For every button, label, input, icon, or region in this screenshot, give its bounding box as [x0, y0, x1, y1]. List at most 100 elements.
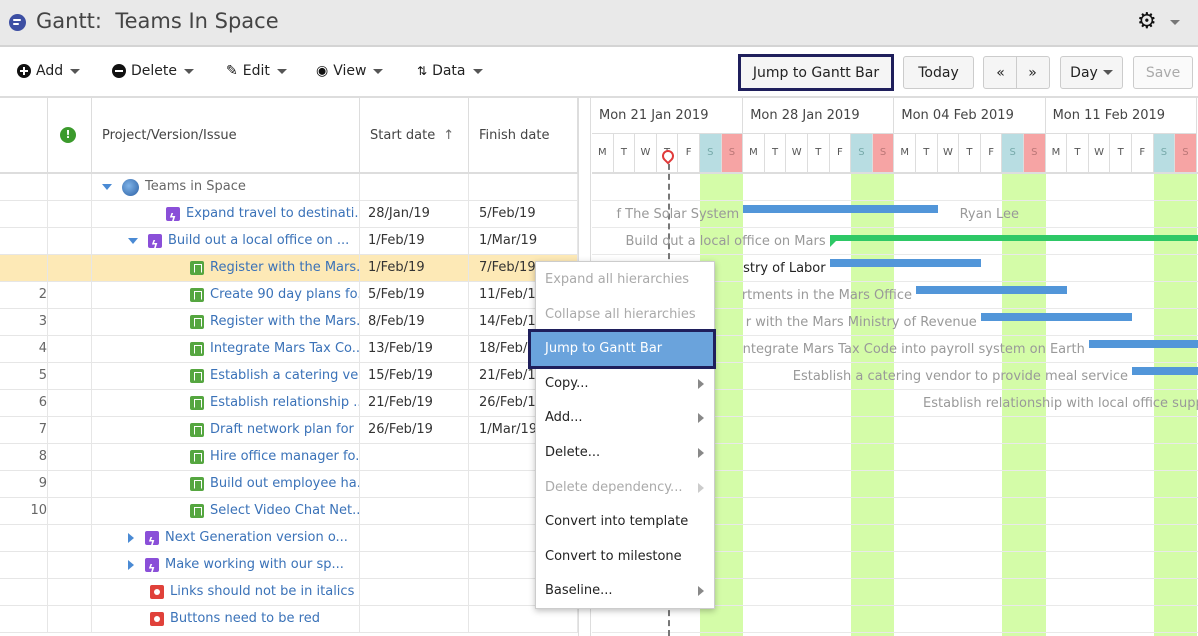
start-date-label: Start date — [370, 127, 436, 143]
issue-link[interactable]: Establish relationship ... — [210, 390, 359, 416]
table-row[interactable]: 4 Integrate Mars Tax Co... 13/Feb/19 18/… — [0, 336, 578, 363]
row-name-cell: Make working with our sp... — [92, 552, 360, 579]
table-row[interactable]: Teams in Space — [0, 174, 578, 201]
gantt-task-bar[interactable] — [1088, 340, 1198, 348]
row-number — [0, 201, 48, 228]
expand-toggle-icon[interactable] — [128, 238, 138, 244]
table-row[interactable]: Buttons need to be red — [0, 606, 578, 633]
row-start-date[interactable]: 8/Feb/19 — [360, 309, 469, 336]
gantt-task-bar[interactable] — [829, 259, 981, 267]
issue-link[interactable]: Register with the Mars... — [210, 255, 359, 281]
menu-item-baseline[interactable]: Baseline... — [536, 574, 714, 608]
row-start-date[interactable]: 28/Jan/19 — [360, 201, 469, 228]
issue-link[interactable]: Register with the Mars... — [210, 309, 359, 335]
table-row[interactable]: 6 Establish relationship ... 21/Feb/19 2… — [0, 390, 578, 417]
table-row[interactable]: Make working with our sp... — [0, 552, 578, 579]
row-finish-date[interactable] — [469, 606, 578, 633]
column-header-flag[interactable]: ! — [48, 98, 92, 172]
row-finish-date[interactable] — [469, 174, 578, 201]
table-row[interactable]: Links should not be in italics — [0, 579, 578, 606]
column-header-name[interactable]: Project/Version/Issue — [92, 98, 360, 172]
row-start-date[interactable]: 26/Feb/19 — [360, 417, 469, 444]
table-row[interactable]: 9 Build out employee ha... — [0, 471, 578, 498]
row-name-cell: Build out employee ha... — [92, 471, 360, 498]
add-menu-button[interactable]: Add — [17, 63, 81, 79]
row-start-date[interactable]: 1/Feb/19 — [360, 228, 469, 255]
row-start-date[interactable] — [360, 498, 469, 525]
scale-select[interactable]: Day — [1060, 56, 1123, 89]
row-start-date[interactable]: 13/Feb/19 — [360, 336, 469, 363]
eye-icon: ◉ — [316, 63, 329, 79]
story-icon — [190, 315, 204, 329]
row-start-date[interactable]: 21/Feb/19 — [360, 390, 469, 417]
table-row[interactable]: 7 Draft network plan for ... 26/Feb/19 1… — [0, 417, 578, 444]
menu-item-label: Jump to Gantt Bar — [545, 341, 663, 357]
row-finish-date[interactable]: 1/Mar/19 — [469, 228, 578, 255]
delete-menu-button[interactable]: Delete — [112, 63, 194, 79]
issue-link[interactable]: Draft network plan for ... — [210, 417, 359, 443]
today-button[interactable]: Today — [903, 56, 974, 89]
table-row[interactable]: Build out a local office on ... 1/Feb/19… — [0, 228, 578, 255]
row-start-date[interactable]: 1/Feb/19 — [360, 255, 469, 282]
edit-menu-button[interactable]: ✎ Edit — [226, 63, 287, 79]
collapse-toggle-icon[interactable] — [128, 560, 134, 570]
row-start-date[interactable]: 5/Feb/19 — [360, 282, 469, 309]
row-finish-date[interactable]: 5/Feb/19 — [469, 201, 578, 228]
menu-item-copy[interactable]: Copy... — [536, 367, 714, 401]
issue-link[interactable]: Integrate Mars Tax Co... — [210, 336, 359, 362]
issue-link[interactable]: Build out a local office on ... — [168, 228, 349, 254]
issue-link[interactable]: Teams in Space — [145, 174, 246, 200]
gantt-task-bar[interactable] — [916, 286, 1068, 294]
save-button[interactable]: Save — [1133, 56, 1193, 89]
menu-item-jump-to-gantt-bar[interactable]: Jump to Gantt Bar — [528, 329, 716, 370]
table-row[interactable]: Next Generation version o... — [0, 525, 578, 552]
gear-icon[interactable]: ⚙ — [1137, 9, 1157, 35]
gantt-task-bar[interactable] — [980, 313, 1132, 321]
view-menu-button[interactable]: ◉ View — [316, 63, 384, 79]
scroll-back-button[interactable]: « — [985, 65, 1016, 81]
row-start-date[interactable] — [360, 444, 469, 471]
issue-link[interactable]: Create 90 day plans fo... — [210, 282, 359, 308]
issue-link[interactable]: Build out employee ha... — [210, 471, 359, 497]
issue-link[interactable]: Hire office manager fo... — [210, 444, 359, 470]
day-header: F — [830, 134, 852, 172]
menu-item-convert-into-template[interactable]: Convert into template — [536, 505, 714, 539]
issue-link[interactable]: Establish a catering ve... — [210, 363, 359, 389]
issue-link[interactable]: Next Generation version o... — [165, 525, 348, 551]
table-row[interactable]: Expand travel to destinati... 28/Jan/19 … — [0, 201, 578, 228]
gantt-task-bar[interactable] — [743, 205, 938, 213]
column-header-number[interactable] — [0, 98, 48, 172]
issue-link[interactable]: Select Video Chat Net... — [210, 498, 359, 524]
row-start-date[interactable] — [360, 174, 469, 201]
row-start-date[interactable] — [360, 606, 469, 633]
menu-item-add[interactable]: Add... — [536, 401, 714, 435]
data-menu-button[interactable]: ⇅ Data — [417, 63, 483, 79]
jump-to-gantt-bar-button[interactable]: Jump to Gantt Bar — [738, 54, 894, 91]
week-header: Mon 28 Jan 2019 — [743, 98, 895, 134]
column-header-finish-date[interactable]: Finish date — [469, 98, 578, 172]
row-start-date[interactable] — [360, 471, 469, 498]
chevron-down-icon[interactable] — [1170, 20, 1180, 25]
table-row[interactable]: 3 Register with the Mars... 8/Feb/19 14/… — [0, 309, 578, 336]
row-start-date[interactable]: 15/Feb/19 — [360, 363, 469, 390]
column-header-start-date[interactable]: Start date ↑ — [360, 98, 469, 172]
table-row[interactable]: 2 Create 90 day plans fo... 5/Feb/19 11/… — [0, 282, 578, 309]
expand-toggle-icon[interactable] — [102, 184, 112, 190]
table-row[interactable]: 10 Select Video Chat Net... — [0, 498, 578, 525]
scroll-forward-button[interactable]: » — [1017, 65, 1048, 81]
table-row[interactable]: Register with the Mars... 1/Feb/19 7/Feb… — [0, 255, 578, 282]
row-start-date[interactable] — [360, 579, 469, 606]
collapse-toggle-icon[interactable] — [128, 533, 134, 543]
gantt-task-bar[interactable] — [1132, 367, 1198, 375]
table-row[interactable]: 8 Hire office manager fo... — [0, 444, 578, 471]
menu-item-convert-to-milestone[interactable]: Convert to milestone — [536, 540, 714, 574]
issue-link[interactable]: Buttons need to be red — [170, 606, 320, 632]
issue-link[interactable]: Expand travel to destinati... — [186, 201, 359, 227]
issue-link[interactable]: Links should not be in italics — [170, 579, 354, 605]
issue-link[interactable]: Make working with our sp... — [165, 552, 344, 578]
row-start-date[interactable] — [360, 525, 469, 552]
row-start-date[interactable] — [360, 552, 469, 579]
gantt-summary-bar[interactable] — [829, 235, 1198, 247]
table-row[interactable]: 5 Establish a catering ve... 15/Feb/19 2… — [0, 363, 578, 390]
menu-item-delete[interactable]: Delete... — [536, 436, 714, 470]
